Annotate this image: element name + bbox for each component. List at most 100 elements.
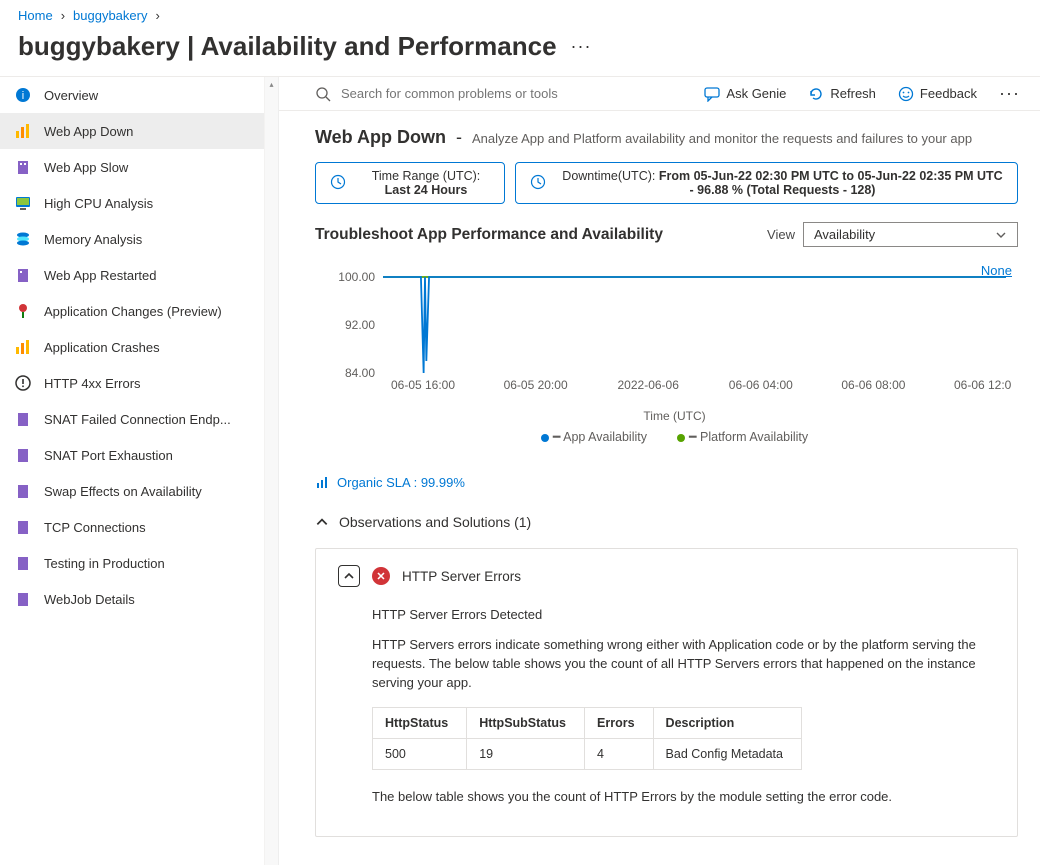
clock-icon	[330, 174, 346, 193]
observations-title: Observations and Solutions (1)	[339, 514, 531, 530]
svg-text:i: i	[22, 90, 24, 102]
bars-icon	[14, 122, 32, 140]
observations-header[interactable]: Observations and Solutions (1)	[315, 514, 1018, 530]
view-select-value: Availability	[814, 227, 875, 242]
downtime-value: From 05-Jun-22 02:30 PM UTC to 05-Jun-22…	[659, 169, 1003, 197]
building-icon	[14, 266, 32, 284]
time-range-value: Last 24 Hours	[385, 183, 468, 197]
building-icon	[14, 158, 32, 176]
search-input[interactable]	[341, 86, 641, 101]
time-range-label: Time Range (UTC):	[372, 169, 481, 183]
sidebar-item-label: High CPU Analysis	[44, 196, 153, 211]
svg-text:06-05 16:00: 06-05 16:00	[391, 378, 455, 392]
sidebar-item-snat-failed[interactable]: SNAT Failed Connection Endp...	[0, 401, 264, 437]
breadcrumb-home[interactable]: Home	[18, 8, 53, 23]
chevron-down-icon	[995, 229, 1007, 241]
chevron-right-icon: ›	[153, 8, 161, 23]
chat-icon	[704, 86, 720, 102]
sidebar-item-restarted[interactable]: Web App Restarted	[0, 257, 264, 293]
more-actions-icon[interactable]: ···	[999, 83, 1020, 104]
svg-text:100.00: 100.00	[338, 270, 375, 284]
building-icon	[14, 482, 32, 500]
more-menu-icon[interactable]: ···	[571, 36, 592, 57]
organic-sla-link[interactable]: Organic SLA : 99.99%	[315, 474, 1018, 490]
card-paragraph-1: HTTP Servers errors indicate something w…	[372, 636, 995, 693]
building-icon	[14, 554, 32, 572]
svg-text:2022-06-06: 2022-06-06	[618, 378, 680, 392]
downtime-label: Downtime(UTC):	[562, 169, 659, 183]
sidebar-item-webapp-slow[interactable]: Web App Slow	[0, 149, 264, 185]
page-title: buggybakery | Availability and Performan…	[18, 31, 557, 62]
ask-genie-button[interactable]: Ask Genie	[704, 86, 786, 102]
pin-icon	[14, 302, 32, 320]
sidebar-item-label: Overview	[44, 88, 98, 103]
sidebar-item-label: TCP Connections	[44, 520, 146, 535]
search-icon	[315, 86, 331, 102]
legend-series-1: ━ App Availability	[541, 429, 647, 444]
svg-text:06-06 12:00: 06-06 12:00	[954, 378, 1011, 392]
sidebar-item-label: Web App Slow	[44, 160, 128, 175]
chart-none-link[interactable]: None	[981, 263, 1012, 278]
sidebar-item-snat-port[interactable]: SNAT Port Exhaustion	[0, 437, 264, 473]
sidebar-item-label: SNAT Failed Connection Endp...	[44, 412, 231, 427]
section-heading: Web App Down	[315, 127, 446, 148]
building-icon	[14, 518, 32, 536]
info-icon: i	[14, 86, 32, 104]
sidebar-item-http4xx[interactable]: HTTP 4xx Errors	[0, 365, 264, 401]
table-row: 500 19 4 Bad Config Metadata	[373, 738, 802, 769]
refresh-icon	[808, 86, 824, 102]
sidebar-item-overview[interactable]: i Overview	[0, 77, 264, 113]
card-subtitle: HTTP Server Errors Detected	[372, 607, 995, 622]
sidebar-item-high-cpu[interactable]: High CPU Analysis	[0, 185, 264, 221]
refresh-label: Refresh	[830, 86, 876, 101]
refresh-button[interactable]: Refresh	[808, 86, 876, 102]
http-errors-table: HttpStatus HttpSubStatus Errors Descript…	[372, 707, 802, 770]
card-paragraph-2: The below table shows you the count of H…	[372, 788, 995, 807]
sidebar-item-label: HTTP 4xx Errors	[44, 376, 141, 391]
bars-icon	[14, 338, 32, 356]
scroll-up-icon[interactable]: ▴	[265, 77, 278, 93]
sidebar-item-label: WebJob Details	[44, 592, 135, 607]
sidebar-item-app-changes[interactable]: Application Changes (Preview)	[0, 293, 264, 329]
building-icon	[14, 410, 32, 428]
view-select[interactable]: Availability	[803, 222, 1018, 247]
sidebar-item-memory[interactable]: Memory Analysis	[0, 221, 264, 257]
availability-chart: None 84.00 92.00 100.00 06-05 16:00 06-05 2…	[315, 255, 1018, 450]
sidebar-item-label: Web App Restarted	[44, 268, 157, 283]
chart-section-title: Troubleshoot App Performance and Availab…	[315, 226, 663, 244]
sidebar-item-crashes[interactable]: Application Crashes	[0, 329, 264, 365]
sidebar-item-webjob[interactable]: WebJob Details	[0, 581, 264, 617]
time-range-pill[interactable]: Time Range (UTC): Last 24 Hours	[315, 162, 505, 204]
sidebar-item-webapp-down[interactable]: Web App Down	[0, 113, 264, 149]
error-icon: ✕	[372, 567, 390, 585]
svg-text:06-06 04:00: 06-06 04:00	[729, 378, 793, 392]
section-subheading: Analyze App and Platform availability an…	[472, 131, 972, 146]
downtime-pill[interactable]: Downtime(UTC): From 05-Jun-22 02:30 PM U…	[515, 162, 1018, 204]
col-errors: Errors	[585, 707, 654, 738]
sidebar-item-swap[interactable]: Swap Effects on Availability	[0, 473, 264, 509]
svg-text:06-05 20:00: 06-05 20:00	[504, 378, 568, 392]
sidebar-item-label: Web App Down	[44, 124, 133, 139]
sla-label: Organic SLA :	[337, 475, 421, 490]
monitor-icon	[14, 194, 32, 212]
collapse-button[interactable]	[338, 565, 360, 587]
svg-text:84.00: 84.00	[345, 366, 375, 380]
breadcrumb-app[interactable]: buggybakery	[73, 8, 147, 23]
sla-value: 99.99%	[421, 475, 465, 490]
clock-icon	[530, 174, 546, 193]
building-icon	[14, 590, 32, 608]
col-httpsubstatus: HttpSubStatus	[467, 707, 585, 738]
sidebar-scrollbar[interactable]: ▴	[265, 77, 279, 865]
svg-text:92.00: 92.00	[345, 318, 375, 332]
http-errors-card: ✕ HTTP Server Errors HTTP Server Errors …	[315, 548, 1018, 837]
col-httpstatus: HttpStatus	[373, 707, 467, 738]
sidebar-item-testing[interactable]: Testing in Production	[0, 545, 264, 581]
sidebar-item-tcp[interactable]: TCP Connections	[0, 509, 264, 545]
breadcrumb: Home › buggybakery ›	[0, 0, 1040, 27]
smile-icon	[898, 86, 914, 102]
feedback-button[interactable]: Feedback	[898, 86, 977, 102]
chevron-up-icon	[343, 570, 355, 582]
card-title: HTTP Server Errors	[402, 569, 521, 584]
sidebar-item-label: Memory Analysis	[44, 232, 142, 247]
content-toolbar: Ask Genie Refresh Feedback ···	[279, 77, 1040, 111]
